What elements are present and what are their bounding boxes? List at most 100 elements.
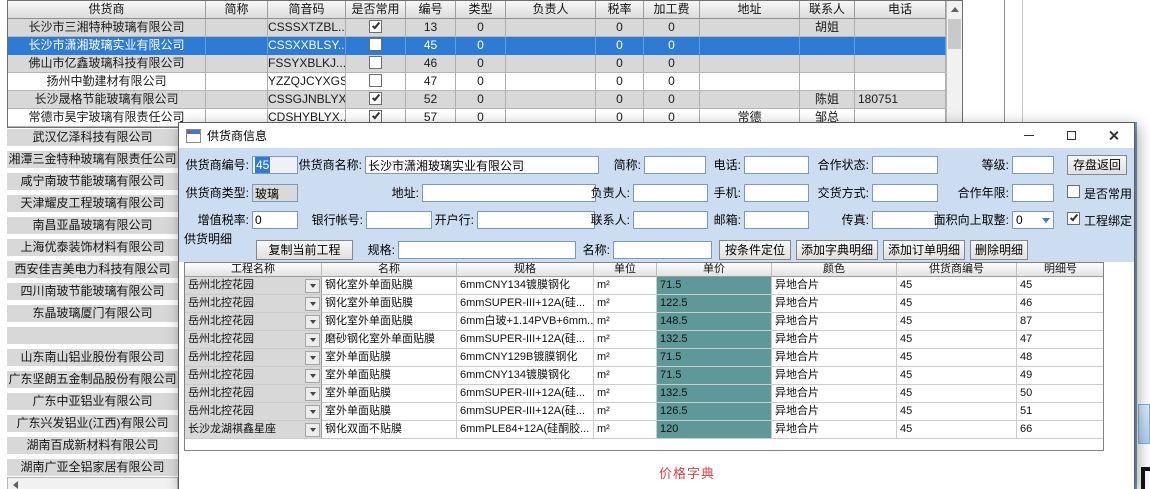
supplier-list-item[interactable]: 南昌亚晶玻璃有限公司 [7, 217, 178, 234]
supplier-list-item[interactable]: 湖南广亚全铝家居有限公司 [7, 459, 178, 476]
scroll-left-icon[interactable] [13, 481, 18, 489]
column-header[interactable]: 明细号 [1017, 263, 1104, 277]
maximize-button[interactable] [1050, 123, 1092, 148]
combo-dropdown-button[interactable] [305, 369, 320, 383]
supplier-list-item[interactable]: 武汉亿泽科技有限公司 [7, 129, 178, 146]
column-header[interactable]: 单价 [657, 263, 772, 277]
column-header[interactable]: 联系人 [800, 1, 855, 19]
email-field[interactable] [744, 211, 809, 229]
dialog-titlebar[interactable]: 供货商信息 [179, 123, 1134, 148]
column-header[interactable]: 颜色 [772, 263, 897, 277]
column-header[interactable]: 地址 [700, 1, 800, 19]
combo-dropdown-button[interactable] [305, 351, 320, 365]
supplier-list-item[interactable]: 广东中亚铝业有限公司 [7, 393, 178, 410]
project-combo[interactable]: 岳州北控花园 [185, 367, 322, 385]
column-header[interactable]: 编号 [406, 1, 456, 19]
column-header[interactable]: 供货商 [8, 1, 206, 19]
column-header[interactable]: 类型 [456, 1, 506, 19]
supplier-row[interactable]: 长沙市三湘特种玻璃有限公司CSSSXTZBL...13000胡姐 [8, 19, 962, 37]
column-header[interactable]: 是否常用 [346, 1, 406, 19]
detail-row[interactable]: 岳州北控花园室外单面贴膜6mmSUPER-III+12A(硅...m²132.5… [185, 385, 1103, 403]
name-filter-field[interactable] [613, 241, 712, 259]
checkbox[interactable] [1067, 185, 1080, 198]
checkbox[interactable] [369, 38, 382, 51]
supplier-row[interactable]: 长沙市潇湘玻璃实业有限公司CSSXXBLSY...45000 [8, 37, 962, 55]
column-header[interactable]: 工程名称 [185, 263, 322, 277]
delete-detail-button[interactable]: 删除明细 [970, 240, 1028, 260]
detail-row[interactable]: 岳州北控花园室外单面贴膜6mmSUPER-III+12A(硅...m²126.5… [185, 403, 1103, 421]
project-combo[interactable]: 岳州北控花园 [185, 403, 322, 421]
common-checkbox-cell[interactable] [346, 55, 406, 73]
column-header[interactable]: 简音码 [268, 1, 346, 19]
supplier-list-item[interactable]: 东晶玻璃厦门有限公司 [7, 305, 178, 322]
column-header[interactable]: 加工费 [644, 1, 700, 19]
supplier-name-field[interactable] [365, 156, 599, 174]
supplier-list-item[interactable]: 广东兴发铝业(江西)有限公司 [7, 415, 178, 432]
common-checkbox-cell[interactable] [346, 37, 406, 55]
checkbox[interactable] [369, 74, 382, 87]
horizontal-scrollbar[interactable] [7, 477, 178, 489]
project-combo[interactable]: 长沙龙湖祺鑫星座 [185, 421, 322, 439]
coop-years-field[interactable] [1012, 184, 1054, 202]
common-checkbox-cell[interactable] [346, 73, 406, 91]
supplier-row[interactable]: 佛山市亿鑫玻璃科技有限公司FSSYXBLKJ...46000 [8, 55, 962, 73]
supplier-type-field[interactable] [252, 184, 298, 202]
project-combo[interactable]: 岳州北控花园 [185, 385, 322, 403]
checkbox-checked[interactable] [369, 20, 382, 33]
detail-row[interactable]: 岳州北控花园室外单面贴膜6mmCNY134镀膜钢化m²71.5异地合片4549 [185, 367, 1103, 385]
scroll-up-icon[interactable] [951, 7, 959, 12]
locate-button[interactable]: 按条件定位 [719, 240, 791, 260]
supplier-list-item[interactable]: 咸宁南玻节能玻璃有限公司 [7, 173, 178, 190]
project-combo[interactable]: 岳州北控花园 [185, 277, 322, 295]
supplier-row[interactable]: 扬州中勤建材有限公司YZZQJCYXGS47000 [8, 73, 962, 91]
supplier-list-item[interactable]: 四川南玻节能玻璃有限公司 [7, 283, 178, 300]
supplier-list-item[interactable]: 广东坚朗五金制品股份有限公司 [7, 371, 178, 388]
checkbox-checked[interactable] [369, 92, 382, 105]
supplier-list-item[interactable]: 湘潭三金特种玻璃有限责任公司 [7, 151, 178, 168]
project-bind-checkbox[interactable]: 工程绑定 [1067, 211, 1132, 229]
detail-row[interactable]: 岳州北控花园钢化室外单面贴膜6mm白玻+1.14PVB+6mm...m²148.… [185, 313, 1103, 331]
coop-status-field[interactable] [872, 156, 938, 174]
column-header[interactable]: 负责人 [506, 1, 596, 19]
project-combo[interactable]: 岳州北控花园 [185, 349, 322, 367]
supplier-list-item[interactable]: 湖南百成新材料有限公司 [7, 437, 178, 454]
supplier-row[interactable]: 长沙晟格节能玻璃有限公司CSSGJNBLYXGS52000陈姐180751 [8, 91, 962, 109]
project-combo[interactable]: 岳州北控花园 [185, 295, 322, 313]
grade-field[interactable] [1012, 156, 1054, 174]
supplier-list-item[interactable] [7, 327, 178, 344]
detail-row[interactable]: 长沙龙湖祺鑫星座钢化双面不贴膜6mmPLE84+12A(硅酮胶...m²120异… [185, 421, 1103, 439]
combo-dropdown-button[interactable] [305, 279, 320, 293]
column-header[interactable]: 名称 [322, 263, 457, 277]
column-header[interactable]: 单位 [594, 263, 657, 277]
save-return-button[interactable]: 存盘返回 [1067, 155, 1127, 175]
vertical-scrollbar[interactable] [946, 1, 962, 127]
is-common-checkbox[interactable]: 是否常用 [1067, 184, 1132, 202]
area-round-up-combo[interactable]: 0 [1012, 211, 1054, 229]
column-header[interactable]: 税率 [596, 1, 644, 19]
column-header[interactable]: 供货商编号 [897, 263, 1017, 277]
common-checkbox-cell[interactable] [346, 91, 406, 109]
supplier-list-item[interactable]: 天津耀皮工程玻璃有限公司 [7, 195, 178, 212]
add-dict-detail-button[interactable]: 添加字典明细 [796, 240, 878, 260]
combo-dropdown-button[interactable] [305, 405, 320, 419]
combo-dropdown-button[interactable] [305, 315, 320, 329]
spec-filter-field[interactable] [398, 241, 576, 259]
combo-dropdown-button[interactable] [305, 387, 320, 401]
column-header[interactable]: 规格 [457, 263, 594, 277]
detail-row[interactable]: 岳州北控花园磨砂钢化室外单面贴膜6mmSUPER-III+12A(硅...m²1… [185, 331, 1103, 349]
supplier-list-item[interactable]: 上海优泰装饰材料有限公司 [7, 239, 178, 256]
checkbox[interactable] [369, 56, 382, 69]
detail-row[interactable]: 岳州北控花园钢化室外单面贴膜6mmCNY134镀膜钢化m²71.5异地合片454… [185, 277, 1103, 295]
project-combo[interactable]: 岳州北控花园 [185, 313, 322, 331]
combo-dropdown-button[interactable] [305, 333, 320, 347]
vat-rate-field[interactable] [252, 211, 298, 229]
close-button[interactable] [1092, 123, 1134, 148]
supplier-list-item[interactable]: 西安佳吉美电力科技有限公司 [7, 261, 178, 278]
scrollbar-thumb[interactable] [948, 19, 961, 49]
combo-dropdown-button[interactable] [305, 423, 320, 437]
column-header[interactable]: 简称 [206, 1, 268, 19]
combo-dropdown-button[interactable] [305, 297, 320, 311]
add-order-detail-button[interactable]: 添加订单明细 [883, 240, 965, 260]
checkbox-checked[interactable] [369, 110, 382, 123]
detail-row[interactable]: 岳州北控花园钢化室外单面贴膜6mmSUPER-III+12A(硅...m²122… [185, 295, 1103, 313]
